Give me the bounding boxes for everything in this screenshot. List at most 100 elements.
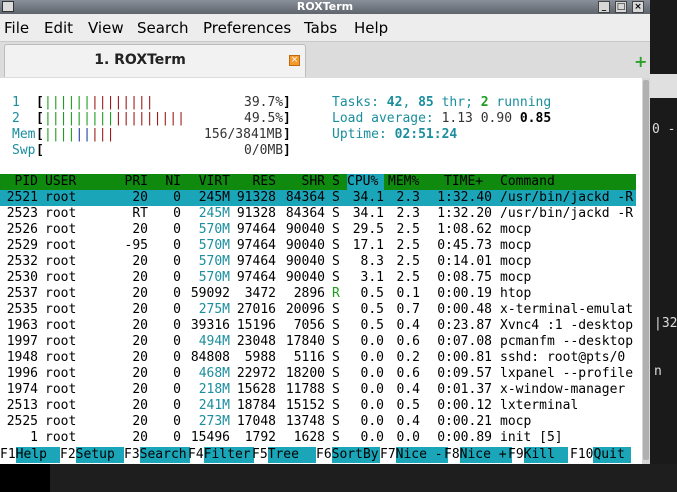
col-pid[interactable]: PID xyxy=(0,174,38,190)
process-shr: 20096 xyxy=(285,302,325,317)
process-res: 27016 xyxy=(236,302,276,317)
fkey-nice[interactable]: F7Nice - xyxy=(380,447,448,463)
col-s[interactable]: S xyxy=(332,174,340,190)
fkey-key: F5 xyxy=(252,447,268,462)
col-time[interactable]: TIME+ xyxy=(444,174,483,190)
process-row[interactable]: 2529 root -95 0 570M 97464 90040 S 17.1 2.5 0:45.7… xyxy=(0,238,636,254)
col-shr[interactable]: SHR xyxy=(282,174,325,190)
process-time: 0:45.73 xyxy=(437,238,492,253)
cpu1-bar-sys: |||||||| xyxy=(90,95,154,110)
fkey-kill[interactable]: F9Kill xyxy=(508,447,568,463)
terminal-scrollbar[interactable] xyxy=(642,78,650,464)
process-row[interactable]: 2523 root RT 0 245M 91328 84364 S 34.1 2.3 1:32.20… xyxy=(0,206,636,222)
process-res: 5988 xyxy=(244,350,276,365)
process-row[interactable]: 1 root 20 0 15496 1792 1628 S 0.0 0.0 0:00.89 init … xyxy=(0,430,636,446)
col-user[interactable]: USER xyxy=(45,174,76,190)
maximize-icon[interactable]: □ xyxy=(615,1,627,13)
fkey-sortby[interactable]: F6SortBy xyxy=(316,447,380,463)
process-user: root xyxy=(45,414,77,429)
fkey-nice[interactable]: F8Nice + xyxy=(444,447,512,463)
menu-edit[interactable]: Edit xyxy=(44,19,73,37)
process-mem: 0.6 xyxy=(396,366,420,381)
process-cpu: 0.0 xyxy=(360,334,384,349)
fkey-help[interactable]: F1Help xyxy=(0,447,60,463)
close-icon[interactable]: × xyxy=(632,1,644,13)
fkey-filter[interactable]: F4Filter xyxy=(188,447,254,463)
process-mem: 0.2 xyxy=(396,350,420,365)
process-cpu: 0.0 xyxy=(360,366,384,381)
process-time: 0:00.48 xyxy=(437,302,492,317)
process-res: 23048 xyxy=(236,334,276,349)
fkey-tree[interactable]: F5Tree xyxy=(252,447,316,463)
fkey-search[interactable]: F3Search xyxy=(124,447,190,463)
background-window: 0 - |32 n xyxy=(650,0,677,492)
col-virt[interactable]: VIRT xyxy=(188,174,230,190)
process-user: root xyxy=(45,382,77,397)
process-row[interactable]: 2532 root 20 0 570M 97464 90040 S 8.3 2.5 0:14.01 m… xyxy=(0,254,636,270)
col-mem[interactable]: MEM% xyxy=(388,174,419,190)
process-pid: 1 xyxy=(30,430,38,445)
tasks-count: 42 xyxy=(386,95,403,110)
process-ni: 0 xyxy=(173,414,181,429)
process-res: 17048 xyxy=(236,414,276,429)
process-mem: 0.1 xyxy=(396,286,420,301)
tab-roxterm[interactable]: 1. ROXTerm × xyxy=(4,44,306,77)
terminal-area[interactable]: 1 [ |||||||||||||| 39.7% ] 2 [ |||||||||… xyxy=(0,78,642,464)
process-row[interactable]: 2525 root 20 0 273M 17048 13748 S 0.0 0.4 0:00.21 m… xyxy=(0,414,636,430)
process-row[interactable]: 2530 root 20 0 570M 97464 90040 S 3.1 2.5 0:08.75 m… xyxy=(0,270,636,286)
minimize-icon[interactable]: _ xyxy=(598,1,610,13)
process-row[interactable]: 1948 root 20 0 84808 5988 5116 S 0.0 0.2 0:00.81 ss… xyxy=(0,350,636,366)
process-time: 0:14.01 xyxy=(437,254,492,269)
process-cpu: 34.1 xyxy=(352,206,384,221)
process-s: S xyxy=(332,430,340,445)
process-row[interactable]: 2537 root 20 0 59092 3472 2896 R 0.5 0.1 0:00.19 ht… xyxy=(0,286,636,302)
process-cmd: lxterminal xyxy=(500,398,579,413)
process-row[interactable]: 2521 root 20 0 245M 91328 84364 S 34.1 2.3 1:32.40… xyxy=(0,190,636,206)
titlebar[interactable]: ROXTerm _ □ × xyxy=(0,0,650,14)
background-text: n xyxy=(654,364,662,379)
col-ni[interactable]: NI xyxy=(155,174,181,190)
process-pri: 20 xyxy=(132,350,148,365)
process-cmd: sshd: root@pts/0 xyxy=(500,350,626,365)
process-time: 0:23.87 xyxy=(437,318,492,333)
process-user: root xyxy=(45,238,77,253)
tab-close-icon[interactable]: × xyxy=(289,55,300,66)
process-cpu: 0.5 xyxy=(360,286,384,301)
process-pid: 2530 xyxy=(6,270,38,285)
process-pri: 20 xyxy=(132,270,148,285)
process-s: S xyxy=(332,238,340,253)
process-pid: 2537 xyxy=(6,286,38,301)
fkey-quit[interactable]: F10Quit xyxy=(570,447,632,463)
col-res[interactable]: RES xyxy=(234,174,276,190)
col-pri[interactable]: PRI xyxy=(118,174,148,190)
process-user: root xyxy=(45,190,77,205)
process-cpu: 0.0 xyxy=(360,350,384,365)
fkey-setup[interactable]: F2Setup xyxy=(60,447,124,463)
process-s: S xyxy=(332,318,340,333)
process-row[interactable]: 1997 root 20 0 494M 23048 17840 S 0.0 0.6 0:07.08 p… xyxy=(0,334,636,350)
process-cmd: htop xyxy=(500,286,532,301)
process-res: 97464 xyxy=(236,254,276,269)
menu-preferences[interactable]: Preferences xyxy=(203,19,291,37)
fkey-key: F9 xyxy=(508,447,524,462)
process-row[interactable]: 1974 root 20 0 218M 15628 11788 S 0.0 0.4 0:01.37 x… xyxy=(0,382,636,398)
menu-search[interactable]: Search xyxy=(137,19,189,37)
menu-tabs[interactable]: Tabs xyxy=(304,19,337,37)
process-row[interactable]: 1963 root 20 0 39316 15196 7056 S 0.5 0.4 0:23.87 X… xyxy=(0,318,636,334)
menu-view[interactable]: View xyxy=(88,19,124,37)
process-res: 1792 xyxy=(244,430,276,445)
col-cpu[interactable]: CPU% xyxy=(347,174,384,190)
menu-help[interactable]: Help xyxy=(354,19,388,37)
col-command[interactable]: Command xyxy=(500,174,555,190)
process-virt: 241M xyxy=(198,398,230,413)
menu-file[interactable]: File xyxy=(4,19,29,37)
process-row[interactable]: 1996 root 20 0 468M 22972 18200 S 0.0 0.6 0:09.57 l… xyxy=(0,366,636,382)
process-cmd: mocp xyxy=(500,270,532,285)
process-virt: 245M xyxy=(198,206,230,221)
new-tab-icon[interactable]: + xyxy=(634,52,647,71)
process-row[interactable]: 2526 root 20 0 570M 97464 90040 S 29.5 2.5 1:08.62… xyxy=(0,222,636,238)
process-pid: 1974 xyxy=(6,382,38,397)
scrollbar-thumb[interactable] xyxy=(643,80,649,460)
process-row[interactable]: 2513 root 20 0 241M 18784 15152 S 0.0 0.5 0:00.12 l… xyxy=(0,398,636,414)
process-row[interactable]: 2535 root 20 0 275M 27016 20096 S 0.5 0.7 0:00.48 x… xyxy=(0,302,636,318)
